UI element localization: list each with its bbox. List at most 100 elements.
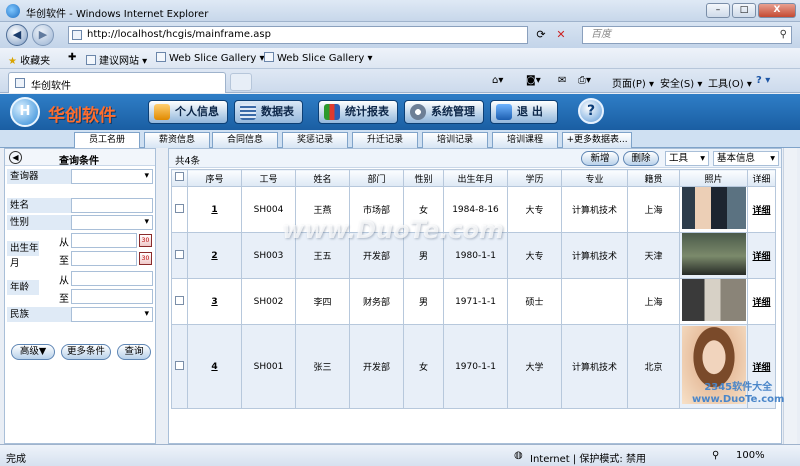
- browser-tab[interactable]: 华创软件: [8, 72, 226, 93]
- minimize-button[interactable]: –: [706, 3, 730, 18]
- cell-no[interactable]: 2: [187, 232, 242, 279]
- calendar-icon[interactable]: 30: [139, 234, 152, 247]
- cell-detail[interactable]: 详细: [747, 186, 776, 233]
- birth-from-field[interactable]: [71, 233, 137, 248]
- row-checkbox[interactable]: [175, 249, 184, 259]
- page-menu[interactable]: 页面(P) ▾: [612, 75, 654, 90]
- tools-menu[interactable]: 工具(O) ▾: [708, 75, 752, 90]
- select-all-checkbox[interactable]: [175, 172, 184, 181]
- age-to-field[interactable]: [71, 289, 153, 304]
- search-input[interactable]: 百度 ⚲: [582, 26, 792, 44]
- nav-data-table[interactable]: 数据表: [234, 100, 303, 124]
- row-checkbox[interactable]: [175, 360, 184, 370]
- col-header[interactable]: 姓名: [295, 169, 350, 187]
- col-header[interactable]: 性别: [403, 169, 444, 187]
- back-button[interactable]: ◀: [6, 24, 28, 46]
- age-from-field[interactable]: [71, 271, 153, 286]
- delete-button[interactable]: 删除: [623, 151, 659, 166]
- detail-link[interactable]: 详细: [752, 298, 770, 308]
- vertical-scrollbar[interactable]: [783, 148, 797, 444]
- row-select-cell[interactable]: [171, 232, 188, 279]
- zone-text[interactable]: Internet | 保护模式: 禁用: [530, 450, 646, 465]
- tab-rewards[interactable]: 奖惩记录: [282, 132, 348, 148]
- row-select-cell[interactable]: [171, 278, 188, 325]
- name-field[interactable]: [71, 198, 153, 213]
- info-type-select[interactable]: 基本信息: [713, 151, 779, 166]
- row-no-link[interactable]: 3: [211, 297, 217, 307]
- favorites-add-icon[interactable]: ✚: [68, 52, 76, 63]
- tab-more-tables[interactable]: +更多数据表...: [562, 132, 632, 148]
- new-tab-button[interactable]: [230, 73, 252, 91]
- search-icon[interactable]: ⚲: [780, 27, 787, 43]
- mail-icon[interactable]: ✉: [558, 75, 566, 86]
- ethnicity-select[interactable]: [71, 307, 153, 322]
- maximize-button[interactable]: □: [732, 3, 756, 18]
- row-checkbox[interactable]: [175, 295, 184, 305]
- nav-personal-info[interactable]: 个人信息: [148, 100, 228, 124]
- tab-training-courses[interactable]: 培训课程: [492, 132, 558, 148]
- detail-link[interactable]: 详细: [752, 252, 770, 262]
- row-checkbox[interactable]: [175, 203, 184, 213]
- table-row[interactable]: 4 SH001 张三 开发部 女 1970-1-1 大学 计算机技术 北京 详细: [171, 324, 776, 409]
- row-no-link[interactable]: 2: [211, 251, 217, 261]
- zoom-level[interactable]: 100%: [736, 450, 765, 461]
- tab-promotion[interactable]: 升迁记录: [352, 132, 418, 148]
- cell-no[interactable]: 4: [187, 324, 242, 409]
- table-row[interactable]: 2 SH003 王五 开发部 男 1980-1-1 大专 计算机技术 天津 详细: [171, 232, 776, 279]
- col-header[interactable]: 专业: [561, 169, 628, 187]
- nav-logout[interactable]: 退 出: [490, 100, 558, 124]
- nav-system-admin[interactable]: 系统管理: [404, 100, 484, 124]
- tab-contract[interactable]: 合同信息: [212, 132, 278, 148]
- col-header[interactable]: 详细: [747, 169, 776, 187]
- url-field[interactable]: http://localhost/hcgis/mainframe.asp: [68, 26, 528, 44]
- search-button[interactable]: 查询: [117, 344, 151, 360]
- refresh-icon[interactable]: ⟳: [532, 26, 550, 44]
- cell-detail[interactable]: 详细: [747, 278, 776, 325]
- gender-select[interactable]: [71, 215, 153, 230]
- table-row[interactable]: 1 SH004 王燕 市场部 女 1984-8-16 大专 计算机技术 上海 详…: [171, 186, 776, 233]
- help-menu[interactable]: ? ▾: [756, 75, 770, 86]
- col-header[interactable]: 照片: [679, 169, 748, 187]
- calendar-icon[interactable]: 30: [139, 252, 152, 265]
- close-button[interactable]: X: [758, 3, 796, 18]
- tools-select[interactable]: 工具: [665, 151, 709, 166]
- cell-no[interactable]: 3: [187, 278, 242, 325]
- safety-menu[interactable]: 安全(S) ▾: [660, 75, 702, 90]
- stop-icon[interactable]: ✕: [552, 26, 570, 44]
- row-select-cell[interactable]: [171, 186, 188, 233]
- collapse-left-icon[interactable]: ◀: [9, 151, 22, 164]
- row-select-cell[interactable]: [171, 324, 188, 409]
- col-header[interactable]: 籍贯: [627, 169, 680, 187]
- detail-link[interactable]: 详细: [752, 363, 770, 373]
- favorites-button[interactable]: ★ 收藏夹: [8, 52, 50, 67]
- row-no-link[interactable]: 1: [211, 205, 217, 215]
- help-button[interactable]: ?: [578, 98, 604, 124]
- nav-stat-report[interactable]: 统计报表: [318, 100, 398, 124]
- fav-item-webslice-1[interactable]: Web Slice Gallery ▾: [156, 52, 265, 64]
- fav-item-suggested[interactable]: 建议网站 ▾: [86, 52, 147, 67]
- forward-button[interactable]: ▶: [32, 24, 54, 46]
- select-all-cell[interactable]: [171, 169, 188, 187]
- print-icon[interactable]: ⎙▾: [578, 75, 591, 86]
- tab-salary[interactable]: 薪资信息: [144, 132, 210, 148]
- col-header[interactable]: 序号: [187, 169, 242, 187]
- col-header[interactable]: 出生年月: [443, 169, 508, 187]
- advanced-button[interactable]: 高级▼: [11, 344, 55, 360]
- query-builder-select[interactable]: [71, 169, 153, 184]
- feeds-icon[interactable]: ◙▾: [526, 75, 541, 86]
- detail-link[interactable]: 详细: [752, 206, 770, 216]
- row-no-link[interactable]: 4: [211, 362, 217, 372]
- table-row[interactable]: 3 SH002 李四 财务部 男 1971-1-1 硕士 上海 详细: [171, 278, 776, 325]
- cell-detail[interactable]: 详细: [747, 232, 776, 279]
- cell-no[interactable]: 1: [187, 186, 242, 233]
- tab-training-records[interactable]: 培训记录: [422, 132, 488, 148]
- col-header[interactable]: 部门: [349, 169, 404, 187]
- home-icon[interactable]: ⌂▾: [492, 75, 503, 86]
- add-button[interactable]: 新增: [581, 151, 619, 166]
- birth-to-field[interactable]: [71, 251, 137, 266]
- tab-employees[interactable]: 员工名册: [74, 132, 140, 149]
- col-header[interactable]: 工号: [241, 169, 296, 187]
- fav-item-webslice-2[interactable]: Web Slice Gallery ▾: [264, 52, 373, 64]
- col-header[interactable]: 学历: [507, 169, 562, 187]
- more-conditions-button[interactable]: 更多条件: [61, 344, 111, 360]
